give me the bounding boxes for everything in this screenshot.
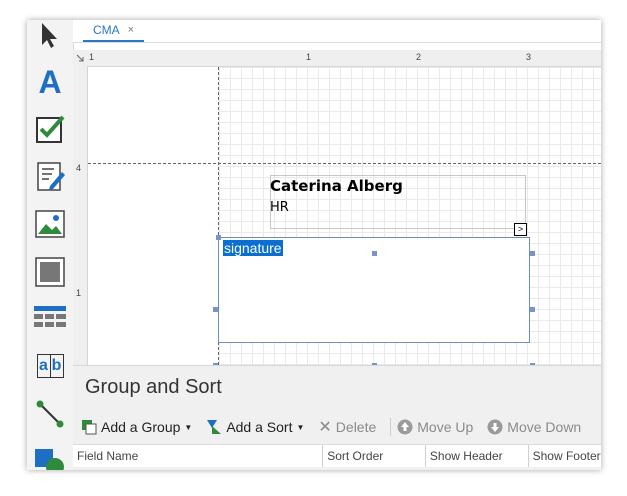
add-sort-icon <box>207 420 222 434</box>
ruler-tick-label: 1 <box>306 52 312 62</box>
report-designer-window: A a b CMA × 1 1 2 3 4 1 Caterina Alberg … <box>27 20 601 470</box>
band-guide-horizontal <box>88 163 601 164</box>
add-group-button[interactable]: Add a Group ▼ <box>81 414 200 440</box>
column-header-show-header[interactable]: Show Header <box>426 445 529 467</box>
resize-handle[interactable] <box>530 251 535 256</box>
ruler-tick-label: 4 <box>76 163 82 173</box>
tab-label: CMA <box>93 23 120 37</box>
comb-letter-b: b <box>51 357 62 374</box>
ruler-tick-label: 3 <box>526 52 532 62</box>
add-group-icon <box>82 420 97 435</box>
move-up-label: Move Up <box>417 419 474 435</box>
delete-button[interactable]: ✕ Delete <box>318 414 384 440</box>
column-header-field-name[interactable]: Field Name <box>73 445 324 467</box>
chevron-down-icon: ▼ <box>296 422 305 432</box>
resize-handle[interactable] <box>530 307 535 312</box>
resize-handle[interactable] <box>213 307 218 312</box>
comb-letter-a: a <box>38 355 51 377</box>
horizontal-ruler: 1 1 2 3 <box>87 50 601 67</box>
design-surface[interactable]: Caterina Alberg HR > signature <box>88 67 601 365</box>
picture-icon[interactable] <box>34 208 66 240</box>
column-header-sort-order[interactable]: Sort Order <box>323 445 426 467</box>
line-icon[interactable] <box>34 398 66 430</box>
page-margin <box>88 67 219 365</box>
pointer-icon[interactable] <box>34 20 66 52</box>
toolbox: A a b <box>27 20 74 470</box>
label-glyph: A <box>38 63 62 100</box>
arrow-down-icon <box>487 419 503 435</box>
resize-handle[interactable] <box>216 235 221 240</box>
richtext-icon[interactable] <box>34 160 66 192</box>
arrow-up-icon <box>397 419 413 435</box>
group-and-sort-panel: Group and Sort Add a Group ▼ Add a Sort … <box>73 365 601 470</box>
delete-label: Delete <box>335 419 377 435</box>
resize-handle[interactable] <box>372 251 377 256</box>
ruler-tick-label: 1 <box>76 288 82 298</box>
delete-icon: ✕ <box>318 419 332 436</box>
add-group-label: Add a Group <box>101 419 181 435</box>
character-comb-icon[interactable]: a b <box>34 350 66 382</box>
group-sort-toolbar: Add a Group ▼ Add a Sort ▼ ✕ Delete Move… <box>73 414 601 440</box>
contact-name-label[interactable]: Caterina Alberg <box>270 177 403 195</box>
ruler-tick-label: 1 <box>89 52 95 62</box>
ruler-corner <box>73 50 87 66</box>
group-sort-grid-header: Field Name Sort Order Show Header Show F… <box>73 444 601 467</box>
panel-title: Group and Sort <box>85 376 222 398</box>
label-icon[interactable]: A <box>34 63 66 100</box>
checkbox-icon[interactable] <box>34 113 66 145</box>
shape-icon[interactable] <box>34 444 66 470</box>
table-icon[interactable] <box>34 303 66 335</box>
column-header-show-footer[interactable]: Show Footer <box>529 445 601 467</box>
toolbar-separator <box>390 418 392 436</box>
chevron-down-icon: ▼ <box>184 422 193 432</box>
move-up-button[interactable]: Move Up <box>397 414 481 440</box>
add-sort-button[interactable]: Add a Sort ▼ <box>206 414 312 440</box>
document-tab-strip: CMA × <box>73 20 601 43</box>
vertical-ruler: 4 1 <box>73 66 88 366</box>
smart-tag-button[interactable]: > <box>514 223 527 236</box>
add-sort-label: Add a Sort <box>226 419 293 435</box>
move-down-button[interactable]: Move Down <box>487 414 589 440</box>
close-icon[interactable]: × <box>128 24 134 36</box>
panel-icon[interactable] <box>34 256 66 288</box>
contact-dept-label[interactable]: HR <box>270 200 289 215</box>
signature-text[interactable]: signature <box>223 240 283 256</box>
tab-cma[interactable]: CMA × <box>83 20 145 42</box>
move-down-label: Move Down <box>507 419 582 435</box>
ruler-tick-label: 2 <box>416 52 422 62</box>
